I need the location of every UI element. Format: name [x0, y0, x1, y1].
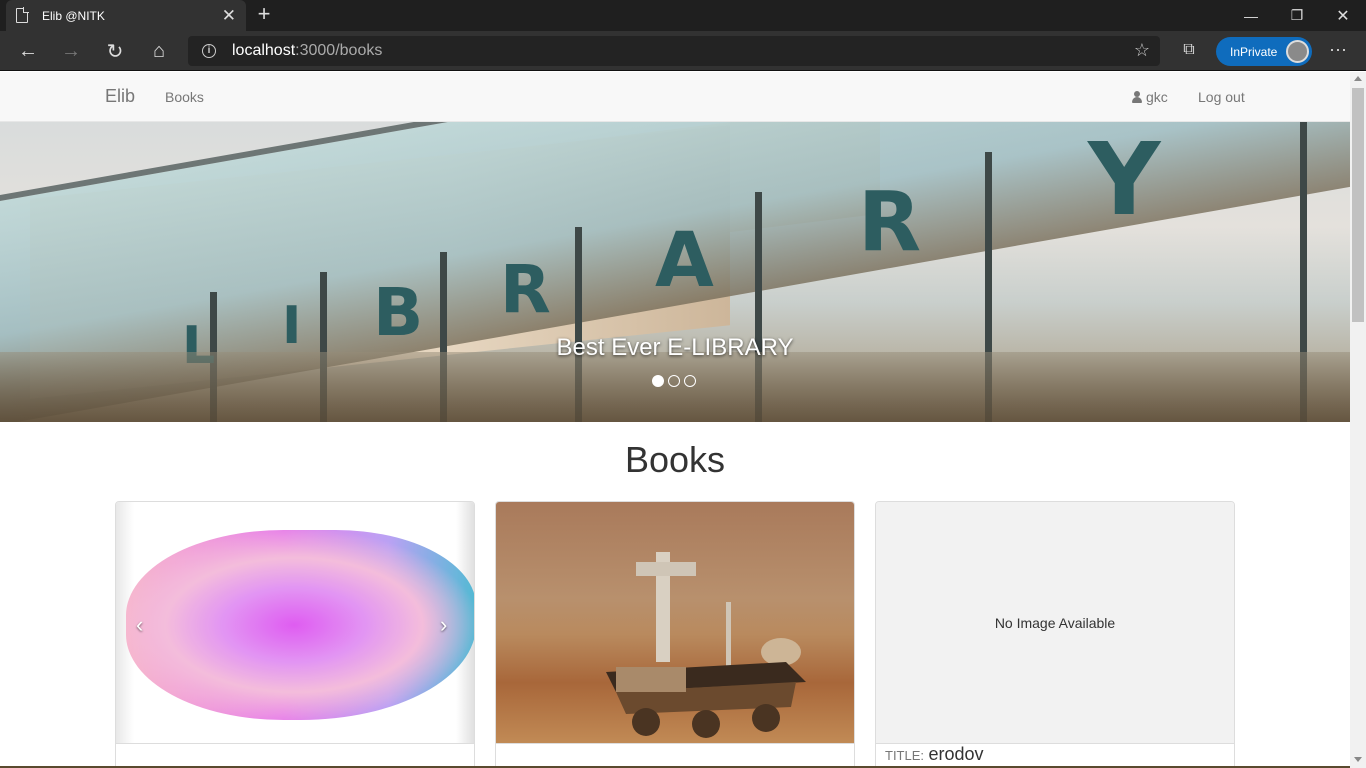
logout-link[interactable]: Log out: [1198, 89, 1245, 105]
url-host: localhost: [232, 42, 296, 59]
scrollbar-thumb[interactable]: [1352, 88, 1364, 322]
book-title: erodov: [928, 744, 984, 764]
nav-username: gkc: [1146, 89, 1168, 105]
browser-tabstrip: Elib @NITK ✕ + — ❐ ✕: [0, 0, 1366, 31]
back-arrow-icon[interactable]: ←: [13, 37, 43, 65]
browser-toolbar: ← → ↻ ⌂ i localhost:3000/books ☆ ⧉ InPri…: [0, 31, 1366, 71]
forward-arrow-icon[interactable]: →: [56, 37, 86, 65]
url-path: :3000/books: [295, 42, 383, 59]
hero-carousel[interactable]: L I B R A R Y Best Ever E-LIBRARY: [0, 122, 1350, 422]
favorite-star-icon[interactable]: ☆: [1134, 40, 1150, 61]
inprivate-badge[interactable]: InPrivate: [1216, 37, 1312, 66]
hero-image-letter: R: [858, 175, 922, 270]
hero-image-interior: [0, 352, 1350, 422]
chevron-left-icon[interactable]: ‹: [136, 612, 143, 638]
collections-icon[interactable]: ⧉: [1178, 41, 1200, 61]
page-scrollbar[interactable]: [1350, 72, 1366, 768]
book-card-body: TITLE: erodov: [876, 743, 1234, 765]
carousel-indicator-1[interactable]: [652, 375, 664, 387]
scroll-up-arrow-icon[interactable]: [1354, 76, 1362, 81]
hero-image-letter: R: [500, 251, 551, 328]
no-image-placeholder: No Image Available: [876, 502, 1234, 743]
carousel-indicator-3[interactable]: [684, 375, 696, 387]
more-options-icon[interactable]: ···: [1326, 39, 1350, 60]
home-icon[interactable]: ⌂: [144, 37, 174, 65]
nav-link-books[interactable]: Books: [165, 89, 204, 105]
page-viewport: Elib Books gkc Log out L I B R A R Y Bes…: [0, 72, 1350, 768]
rover-illustration: [606, 552, 806, 738]
hero-image-letter: A: [655, 215, 714, 304]
book-card[interactable]: No Image Available TITLE: erodov: [875, 501, 1235, 768]
scroll-down-arrow-icon[interactable]: [1354, 757, 1362, 762]
nav-user[interactable]: gkc: [1132, 89, 1168, 105]
page-title: Books: [624, 439, 726, 480]
restore-icon[interactable]: ❐: [1274, 0, 1320, 31]
new-tab-icon[interactable]: +: [253, 3, 275, 25]
address-bar[interactable]: i localhost:3000/books ☆: [188, 36, 1160, 66]
book-cover-image: [126, 530, 474, 720]
refresh-icon[interactable]: ↻: [100, 37, 130, 65]
chevron-right-icon[interactable]: ›: [440, 612, 447, 638]
site-navbar: Elib Books gkc Log out: [0, 72, 1350, 122]
book-card[interactable]: ‹ ›: [115, 501, 475, 768]
navbar-brand[interactable]: Elib: [105, 86, 135, 107]
book-card-body: [116, 743, 474, 744]
book-card-body: [496, 743, 854, 744]
window-close-icon[interactable]: ✕: [1320, 0, 1366, 31]
browser-tab[interactable]: Elib @NITK ✕: [6, 0, 246, 31]
minimize-icon[interactable]: —: [1228, 0, 1274, 31]
carousel-indicator-2[interactable]: [668, 375, 680, 387]
hero-image-letter: Y: [1088, 122, 1161, 238]
tab-title: Elib @NITK: [42, 8, 105, 23]
page-icon: [16, 7, 29, 23]
book-card[interactable]: [495, 501, 855, 768]
site-info-icon[interactable]: i: [202, 44, 216, 58]
carousel-indicators: [652, 375, 696, 387]
profile-avatar: [1286, 40, 1309, 63]
inprivate-label: InPrivate: [1230, 44, 1278, 59]
title-label: TITLE:: [885, 748, 925, 763]
book-cover-image: [496, 502, 854, 743]
tab-close-icon[interactable]: ✕: [222, 7, 236, 24]
carousel-caption: Best Ever E-LIBRARY: [556, 334, 794, 361]
user-icon: [1132, 91, 1142, 103]
book-image-carousel: ‹ ›: [116, 502, 474, 743]
